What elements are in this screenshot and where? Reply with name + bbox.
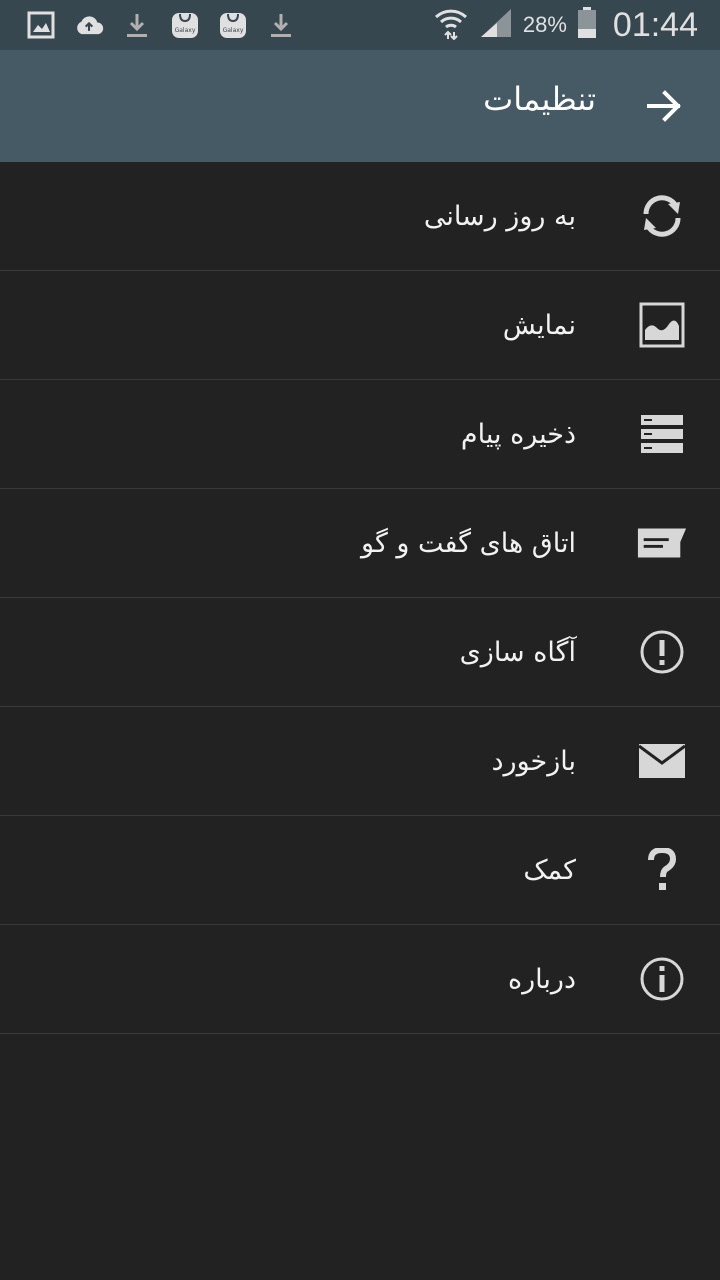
storage-icon bbox=[636, 408, 688, 460]
menu-item-feedback[interactable]: بازخورد bbox=[0, 707, 720, 816]
signal-icon bbox=[479, 7, 513, 43]
status-bar: Galaxy Galaxy 28% 01:44 bbox=[0, 0, 720, 50]
system-status: 28% 01:44 bbox=[433, 0, 698, 50]
menu-item-label: به روز رسانی bbox=[423, 200, 576, 232]
menu-item-label: ذخیره پیام bbox=[460, 418, 576, 450]
galaxy-store-icon: Galaxy bbox=[218, 10, 248, 40]
notification-icons: Galaxy Galaxy bbox=[0, 10, 296, 40]
menu-item-update[interactable]: به روز رسانی bbox=[0, 162, 720, 271]
menu-item-label: نمایش bbox=[502, 309, 576, 341]
info-icon bbox=[636, 953, 688, 1005]
galaxy-label: Galaxy bbox=[223, 27, 244, 34]
gallery-icon bbox=[26, 10, 56, 40]
page-title: تنظیمات bbox=[483, 80, 596, 118]
mail-icon bbox=[636, 735, 688, 787]
battery-percent: 28% bbox=[522, 12, 567, 37]
arrow-right-icon bbox=[647, 90, 681, 122]
alert-icon bbox=[636, 626, 688, 678]
refresh-icon bbox=[636, 190, 688, 242]
menu-item-label: آگاه سازی bbox=[459, 636, 576, 668]
settings-menu: به روز رسانی نمایش ذخیره پیام اتاق های گ… bbox=[0, 162, 720, 1034]
menu-item-save-message[interactable]: ذخیره پیام bbox=[0, 380, 720, 489]
image-icon bbox=[636, 299, 688, 351]
menu-item-label: درباره bbox=[508, 963, 576, 995]
menu-item-label: اتاق های گفت و گو bbox=[361, 527, 576, 559]
help-icon bbox=[636, 844, 688, 896]
menu-item-label: بازخورد bbox=[491, 745, 576, 777]
wifi-icon bbox=[433, 6, 469, 44]
menu-item-chat-rooms[interactable]: اتاق های گفت و گو bbox=[0, 489, 720, 598]
download-icon bbox=[122, 10, 152, 40]
app-bar: تنظیمات bbox=[0, 50, 720, 162]
menu-item-label: کمک bbox=[523, 854, 576, 886]
download-icon bbox=[266, 10, 296, 40]
status-clock: 01:44 bbox=[612, 5, 698, 44]
back-button[interactable] bbox=[638, 80, 690, 132]
galaxy-store-icon: Galaxy bbox=[170, 10, 200, 40]
chat-room-icon bbox=[636, 517, 688, 569]
menu-item-display[interactable]: نمایش bbox=[0, 271, 720, 380]
cloud-upload-icon bbox=[74, 10, 104, 40]
galaxy-label: Galaxy bbox=[175, 27, 196, 34]
menu-item-notifications[interactable]: آگاه سازی bbox=[0, 598, 720, 707]
menu-item-help[interactable]: کمک bbox=[0, 816, 720, 925]
menu-item-about[interactable]: درباره bbox=[0, 925, 720, 1034]
battery-icon bbox=[577, 7, 597, 43]
